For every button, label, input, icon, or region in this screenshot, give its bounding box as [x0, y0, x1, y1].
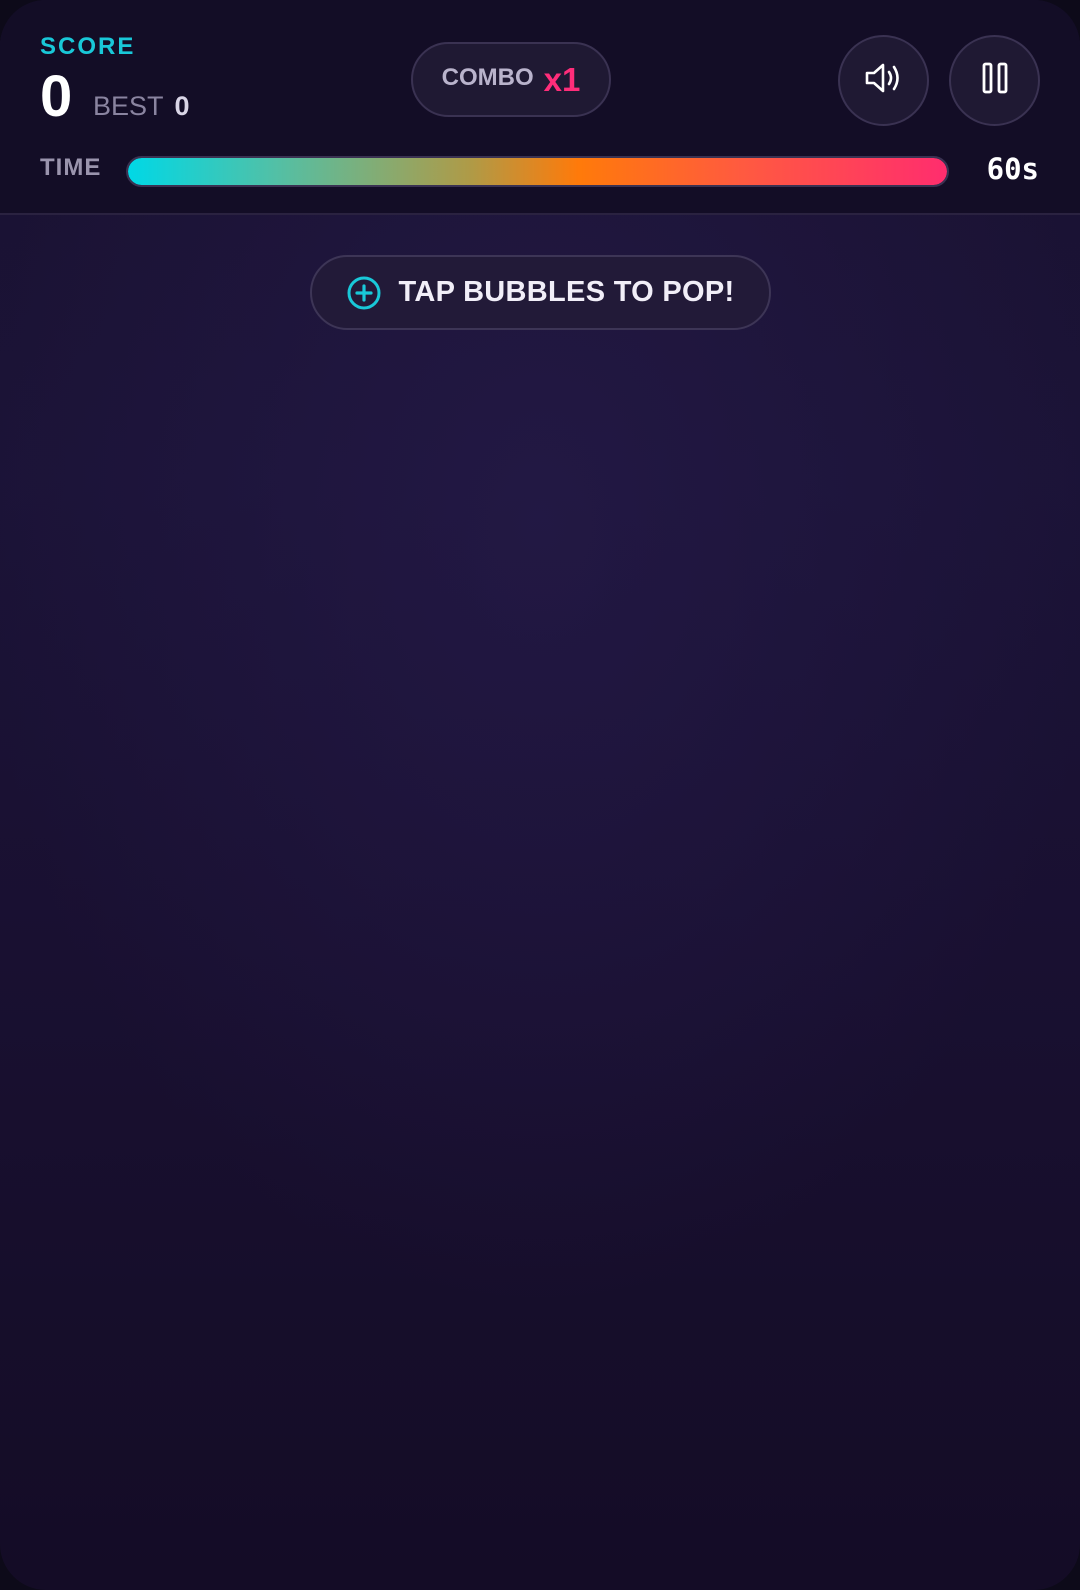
bubble-playfield[interactable]	[0, 215, 1080, 1590]
best-score: BEST 0	[93, 91, 190, 122]
time-bar-fill	[128, 158, 947, 185]
time-value: 60s	[986, 152, 1039, 186]
hint-text: TAP BUBBLES TO POP!	[398, 276, 735, 308]
best-label: BEST	[93, 91, 164, 121]
combo-multiplier: x1	[543, 60, 581, 98]
score-value: 0	[40, 64, 73, 129]
game-frame: SCORE 0 BEST 0 COMBO x1 TIME 60s TAP BUB…	[0, 0, 1080, 1590]
combo-label: COMBO	[441, 63, 534, 91]
time-bar	[126, 156, 949, 187]
tap-hint-banner: TAP BUBBLES TO POP!	[310, 255, 771, 330]
sound-toggle-button[interactable]	[838, 35, 929, 126]
score-label: SCORE	[40, 33, 136, 60]
pause-button[interactable]	[949, 35, 1040, 126]
hud-bar: SCORE 0 BEST 0 COMBO x1 TIME 60s	[0, 0, 1080, 215]
best-value: 0	[174, 91, 190, 121]
speaker-icon	[864, 61, 904, 100]
pause-icon	[981, 61, 1009, 100]
time-label: TIME	[40, 154, 102, 181]
plus-circle-icon	[346, 275, 382, 311]
combo-badge: COMBO x1	[411, 42, 611, 117]
